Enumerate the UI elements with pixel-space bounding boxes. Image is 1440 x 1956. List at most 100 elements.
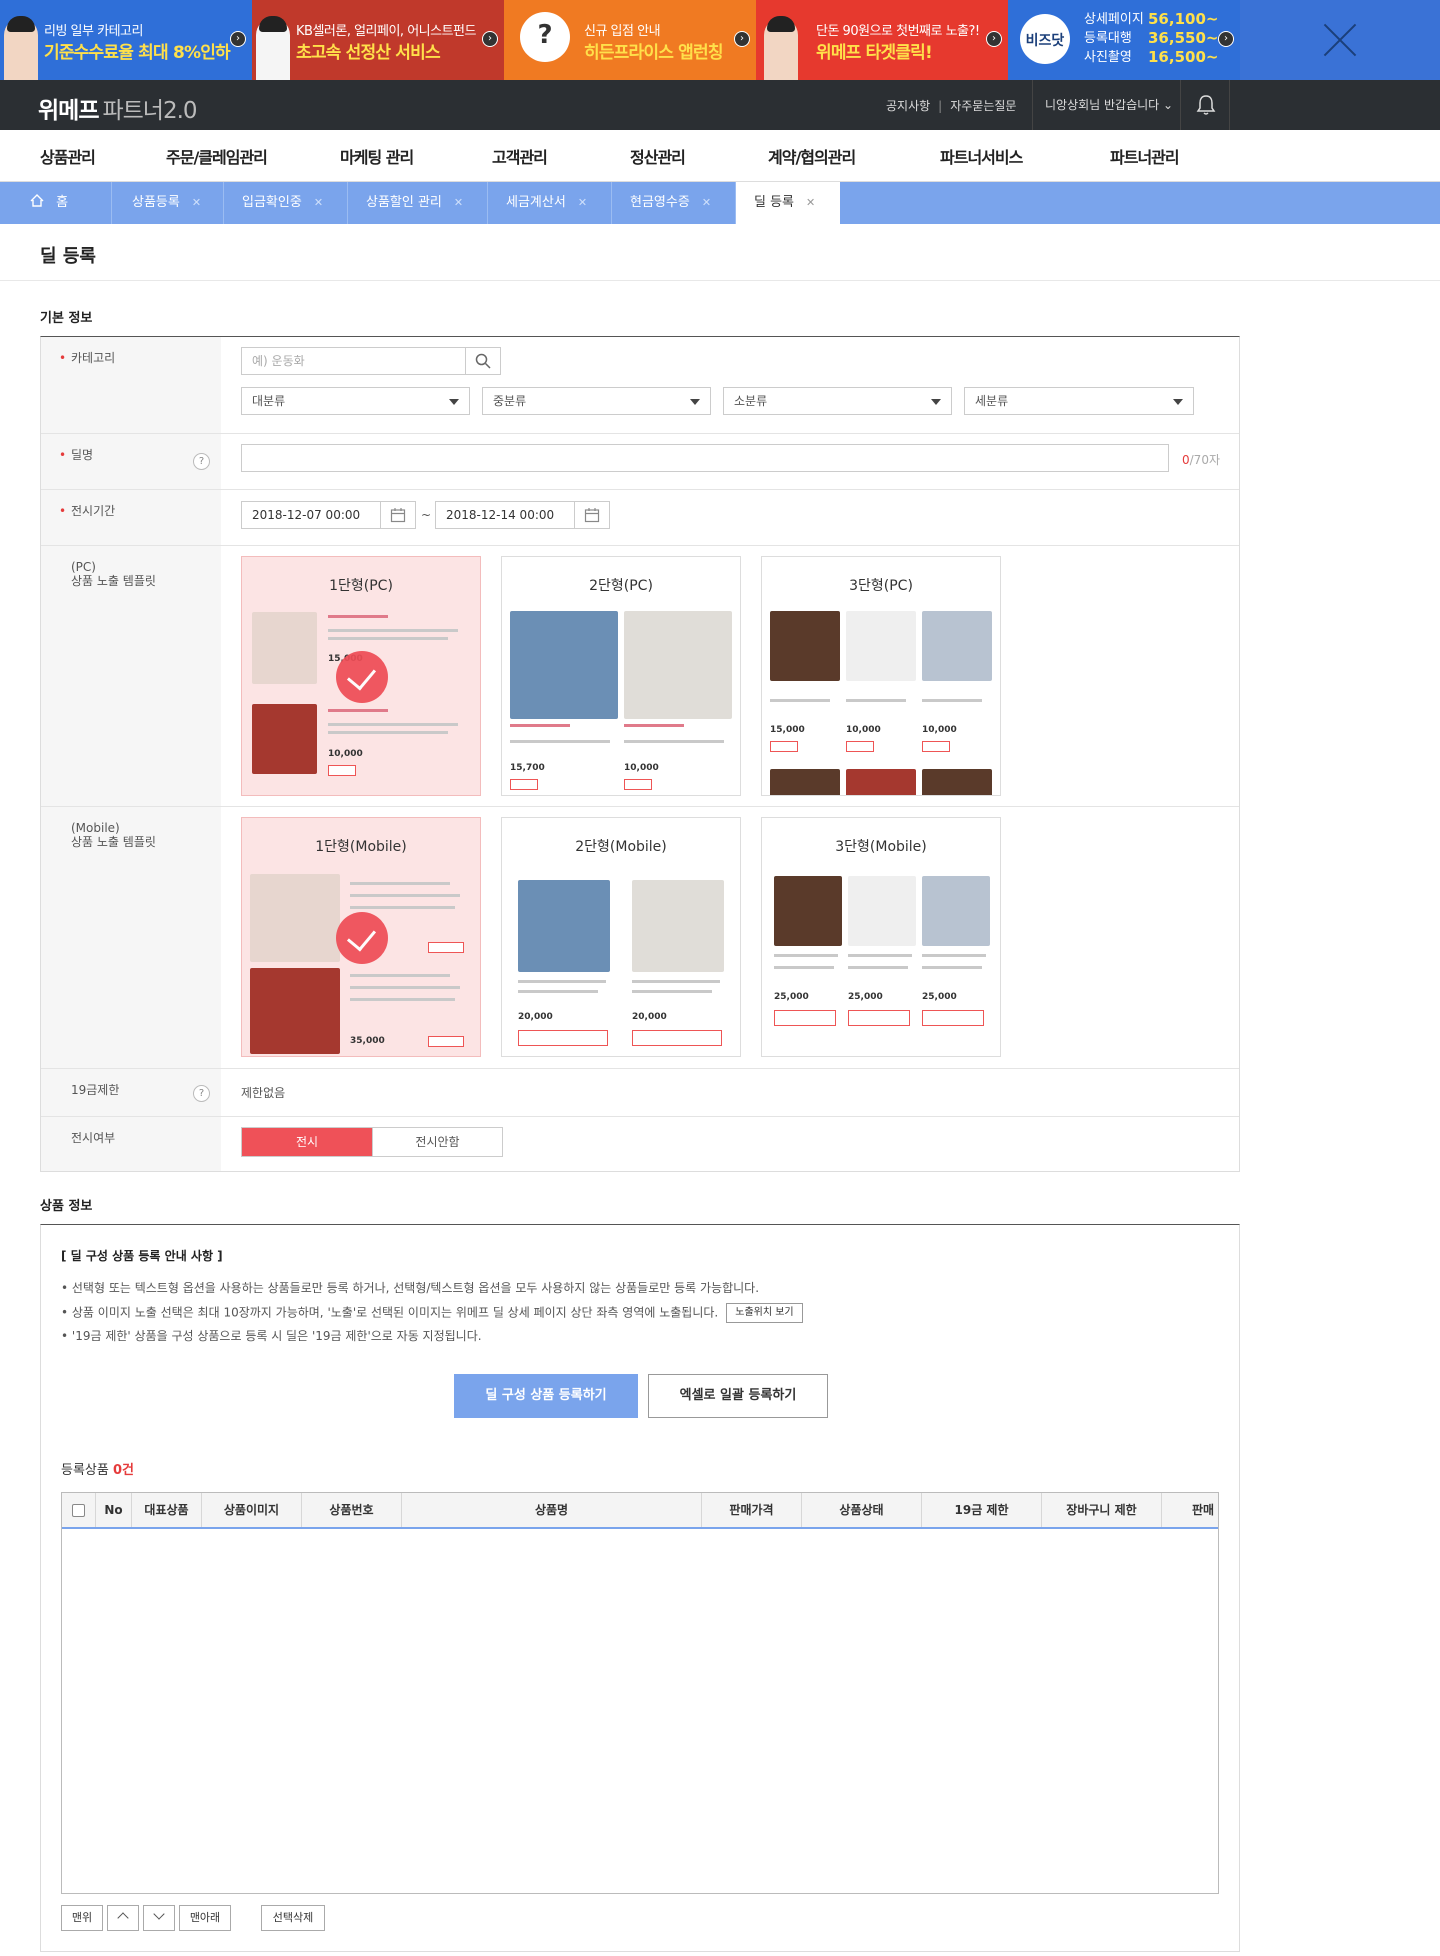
help-icon[interactable]: ? [193, 453, 210, 470]
display-off-button[interactable]: 전시안함 [372, 1128, 502, 1156]
category-label-text: 카테고리 [71, 351, 116, 365]
delete-selected-button[interactable]: 선택삭제 [261, 1905, 325, 1931]
display-on-button[interactable]: 전시 [242, 1128, 372, 1156]
chevron-right-icon[interactable]: › [482, 31, 498, 47]
move-down-button[interactable] [143, 1905, 175, 1931]
section-title-product: 상품 정보 [40, 1199, 93, 1214]
notice-line: • '19금 제한' 상품을 구성 상품으로 등록 시 딜은 '19금 제한'으… [61, 1329, 482, 1343]
promo-banner-3[interactable]: ? 신규 입점 안내 히든프라이스 앱런칭 › [504, 0, 756, 80]
bell-icon [1196, 95, 1216, 115]
category-small-select[interactable]: 소분류 [723, 387, 952, 415]
tab-deposit-check[interactable]: 입금확인중 ✕ [224, 182, 348, 224]
close-icon[interactable] [1320, 20, 1360, 60]
move-up-button[interactable] [107, 1905, 139, 1931]
nav-partner-manage[interactable]: 파트너관리 [1110, 144, 1180, 168]
category-medium-select[interactable]: 중분류 [482, 387, 711, 415]
product-thumb [252, 612, 317, 684]
tab-product-register[interactable]: 상품등록 ✕ [112, 182, 224, 224]
column-header[interactable]: 상품상태 [802, 1493, 922, 1527]
notice-line: • 선택형 또는 텍스트형 옵션을 사용하는 상품들로만 등록 하거나, 선택형… [61, 1281, 760, 1295]
column-header[interactable]: 상품명 [402, 1493, 702, 1527]
help-icon[interactable]: ? [193, 1085, 210, 1102]
mobile-template-3col[interactable]: 3단형(Mobile) 25,000 25,000 25,000 [761, 817, 1001, 1057]
banner-close-button[interactable] [1252, 0, 1440, 80]
tab-label: 현금영수증 [630, 195, 690, 210]
column-header[interactable]: 상품이미지 [202, 1493, 302, 1527]
move-top-button[interactable]: 맨위 [61, 1905, 103, 1931]
end-date-input[interactable]: 2018-12-14 00:00 [435, 501, 575, 529]
price-row-value: 16,500~ [1148, 48, 1219, 66]
column-header[interactable]: 판매가격 [702, 1493, 802, 1527]
promo-banner-1[interactable]: 리빙 일부 카테고리 기준수수료율 최대 8%인하 › [0, 0, 252, 80]
tab-label: 입금확인중 [242, 195, 302, 210]
end-calendar-button[interactable] [574, 501, 610, 529]
view-position-button[interactable]: 노출위치 보기 [726, 1303, 803, 1323]
notice-link[interactable]: 공지사항 [886, 99, 930, 113]
nav-contract[interactable]: 계약/협의관리 [768, 144, 856, 168]
close-icon[interactable]: ✕ [702, 196, 711, 209]
category-search-input[interactable]: 예) 운동화 [241, 347, 466, 375]
user-menu[interactable]: 니앙상회님 반갑습니다 ⌄ [1032, 80, 1185, 130]
nav-settlement[interactable]: 정산관리 [630, 144, 686, 168]
tab-deal-register[interactable]: 딜 등록 ✕ [736, 182, 840, 224]
question-logo-icon: ? [520, 12, 570, 62]
excel-bulk-register-button[interactable]: 엑셀로 일괄 등록하기 [648, 1374, 828, 1418]
column-header[interactable]: No [96, 1493, 132, 1527]
mobile-template-1col[interactable]: 1단형(Mobile) 35,000 [241, 817, 481, 1057]
nav-marketing[interactable]: 마케팅 관리 [340, 144, 414, 168]
close-icon[interactable]: ✕ [192, 196, 201, 209]
nav-order-claim[interactable]: 주문/클레임관리 [166, 144, 268, 168]
main-navigation: 상품관리 주문/클레임관리 마케팅 관리 고객관리 정산관리 계약/협의관리 파… [0, 130, 1440, 182]
divider [0, 280, 1440, 281]
tab-home[interactable]: 홈 [0, 182, 112, 224]
column-header[interactable]: 대표상품 [132, 1493, 202, 1527]
category-search-button[interactable] [465, 347, 501, 375]
product-thumb [510, 611, 618, 719]
display-period-label-text: 전시기간 [71, 504, 116, 518]
promo-banner-strip: 리빙 일부 카테고리 기준수수료율 최대 8%인하 › KB셀러론, 얼리페이,… [0, 0, 1440, 80]
column-header[interactable]: 판매 [1162, 1493, 1218, 1527]
template-name: 2단형(Mobile) [575, 839, 667, 855]
product-thumb [922, 769, 992, 795]
tab-discount-manage[interactable]: 상품할인 관리 ✕ [348, 182, 488, 224]
tab-tax-invoice[interactable]: 세금계산서 ✕ [488, 182, 612, 224]
adult-restriction-value: 제한없음 [241, 1086, 286, 1100]
register-deal-product-button[interactable]: 딜 구성 상품 등록하기 [454, 1374, 638, 1418]
close-icon[interactable]: ✕ [578, 196, 587, 209]
pc-template-1col[interactable]: 1단형(PC) 15,000 10,000 [241, 556, 481, 796]
close-icon[interactable]: ✕ [454, 196, 463, 209]
column-header[interactable]: 상품번호 [302, 1493, 402, 1527]
move-bottom-button[interactable]: 맨아래 [179, 1905, 231, 1931]
category-large-select[interactable]: 대분류 [241, 387, 470, 415]
promo-banner-5[interactable]: 비즈닷 상세페이지 56,100~ 등록대행 36,550~ 사진촬영 16,500~… [1008, 0, 1240, 80]
mobile-template-2col[interactable]: 2단형(Mobile) 20,000 20,000 [501, 817, 741, 1057]
promo-banner-4[interactable]: 단돈 90원으로 첫번째로 노출?! 위메프 타겟클릭! › [756, 0, 1008, 80]
tab-cash-receipt[interactable]: 현금영수증 ✕ [612, 182, 736, 224]
banner-1-line2: 기준수수료율 최대 8%인하 [44, 43, 231, 63]
product-thumb [846, 769, 916, 795]
select-all-checkbox[interactable] [72, 1504, 85, 1517]
start-calendar-button[interactable] [380, 501, 416, 529]
start-date-input[interactable]: 2018-12-07 00:00 [241, 501, 381, 529]
promo-banner-2[interactable]: KB셀러론, 얼리페이, 어니스트펀드 초고속 선정산 서비스 › [252, 0, 504, 80]
close-icon[interactable]: ✕ [806, 196, 815, 209]
pc-template-2col[interactable]: 2단형(PC) 15,700 10,000 [501, 556, 741, 796]
faq-link[interactable]: 자주묻는질문 [950, 99, 1016, 113]
chevron-right-icon[interactable]: › [986, 31, 1002, 47]
nav-product[interactable]: 상품관리 [40, 144, 96, 168]
close-icon[interactable]: ✕ [314, 196, 323, 209]
notification-button[interactable] [1180, 80, 1230, 130]
template-name: 1단형(Mobile) [315, 839, 407, 855]
chevron-right-icon[interactable]: › [1218, 31, 1234, 47]
nav-partner-service[interactable]: 파트너서비스 [940, 144, 1023, 168]
column-header[interactable]: 장바구니 제한 [1042, 1493, 1162, 1527]
deal-name-input[interactable] [241, 444, 1169, 472]
nav-customer[interactable]: 고객관리 [492, 144, 548, 168]
pc-template-3col[interactable]: 3단형(PC) 15,000 10,000 10,000 [761, 556, 1001, 796]
notice-title: [ 딜 구성 상품 등록 안내 사항 ] [61, 1249, 223, 1263]
column-header[interactable]: 19금 제한 [922, 1493, 1042, 1527]
chevron-right-icon[interactable]: › [230, 31, 246, 47]
partner-logo[interactable]: 위메프 파트너2.0 [38, 91, 198, 125]
category-detail-select[interactable]: 세분류 [964, 387, 1194, 415]
chevron-right-icon[interactable]: › [734, 31, 750, 47]
